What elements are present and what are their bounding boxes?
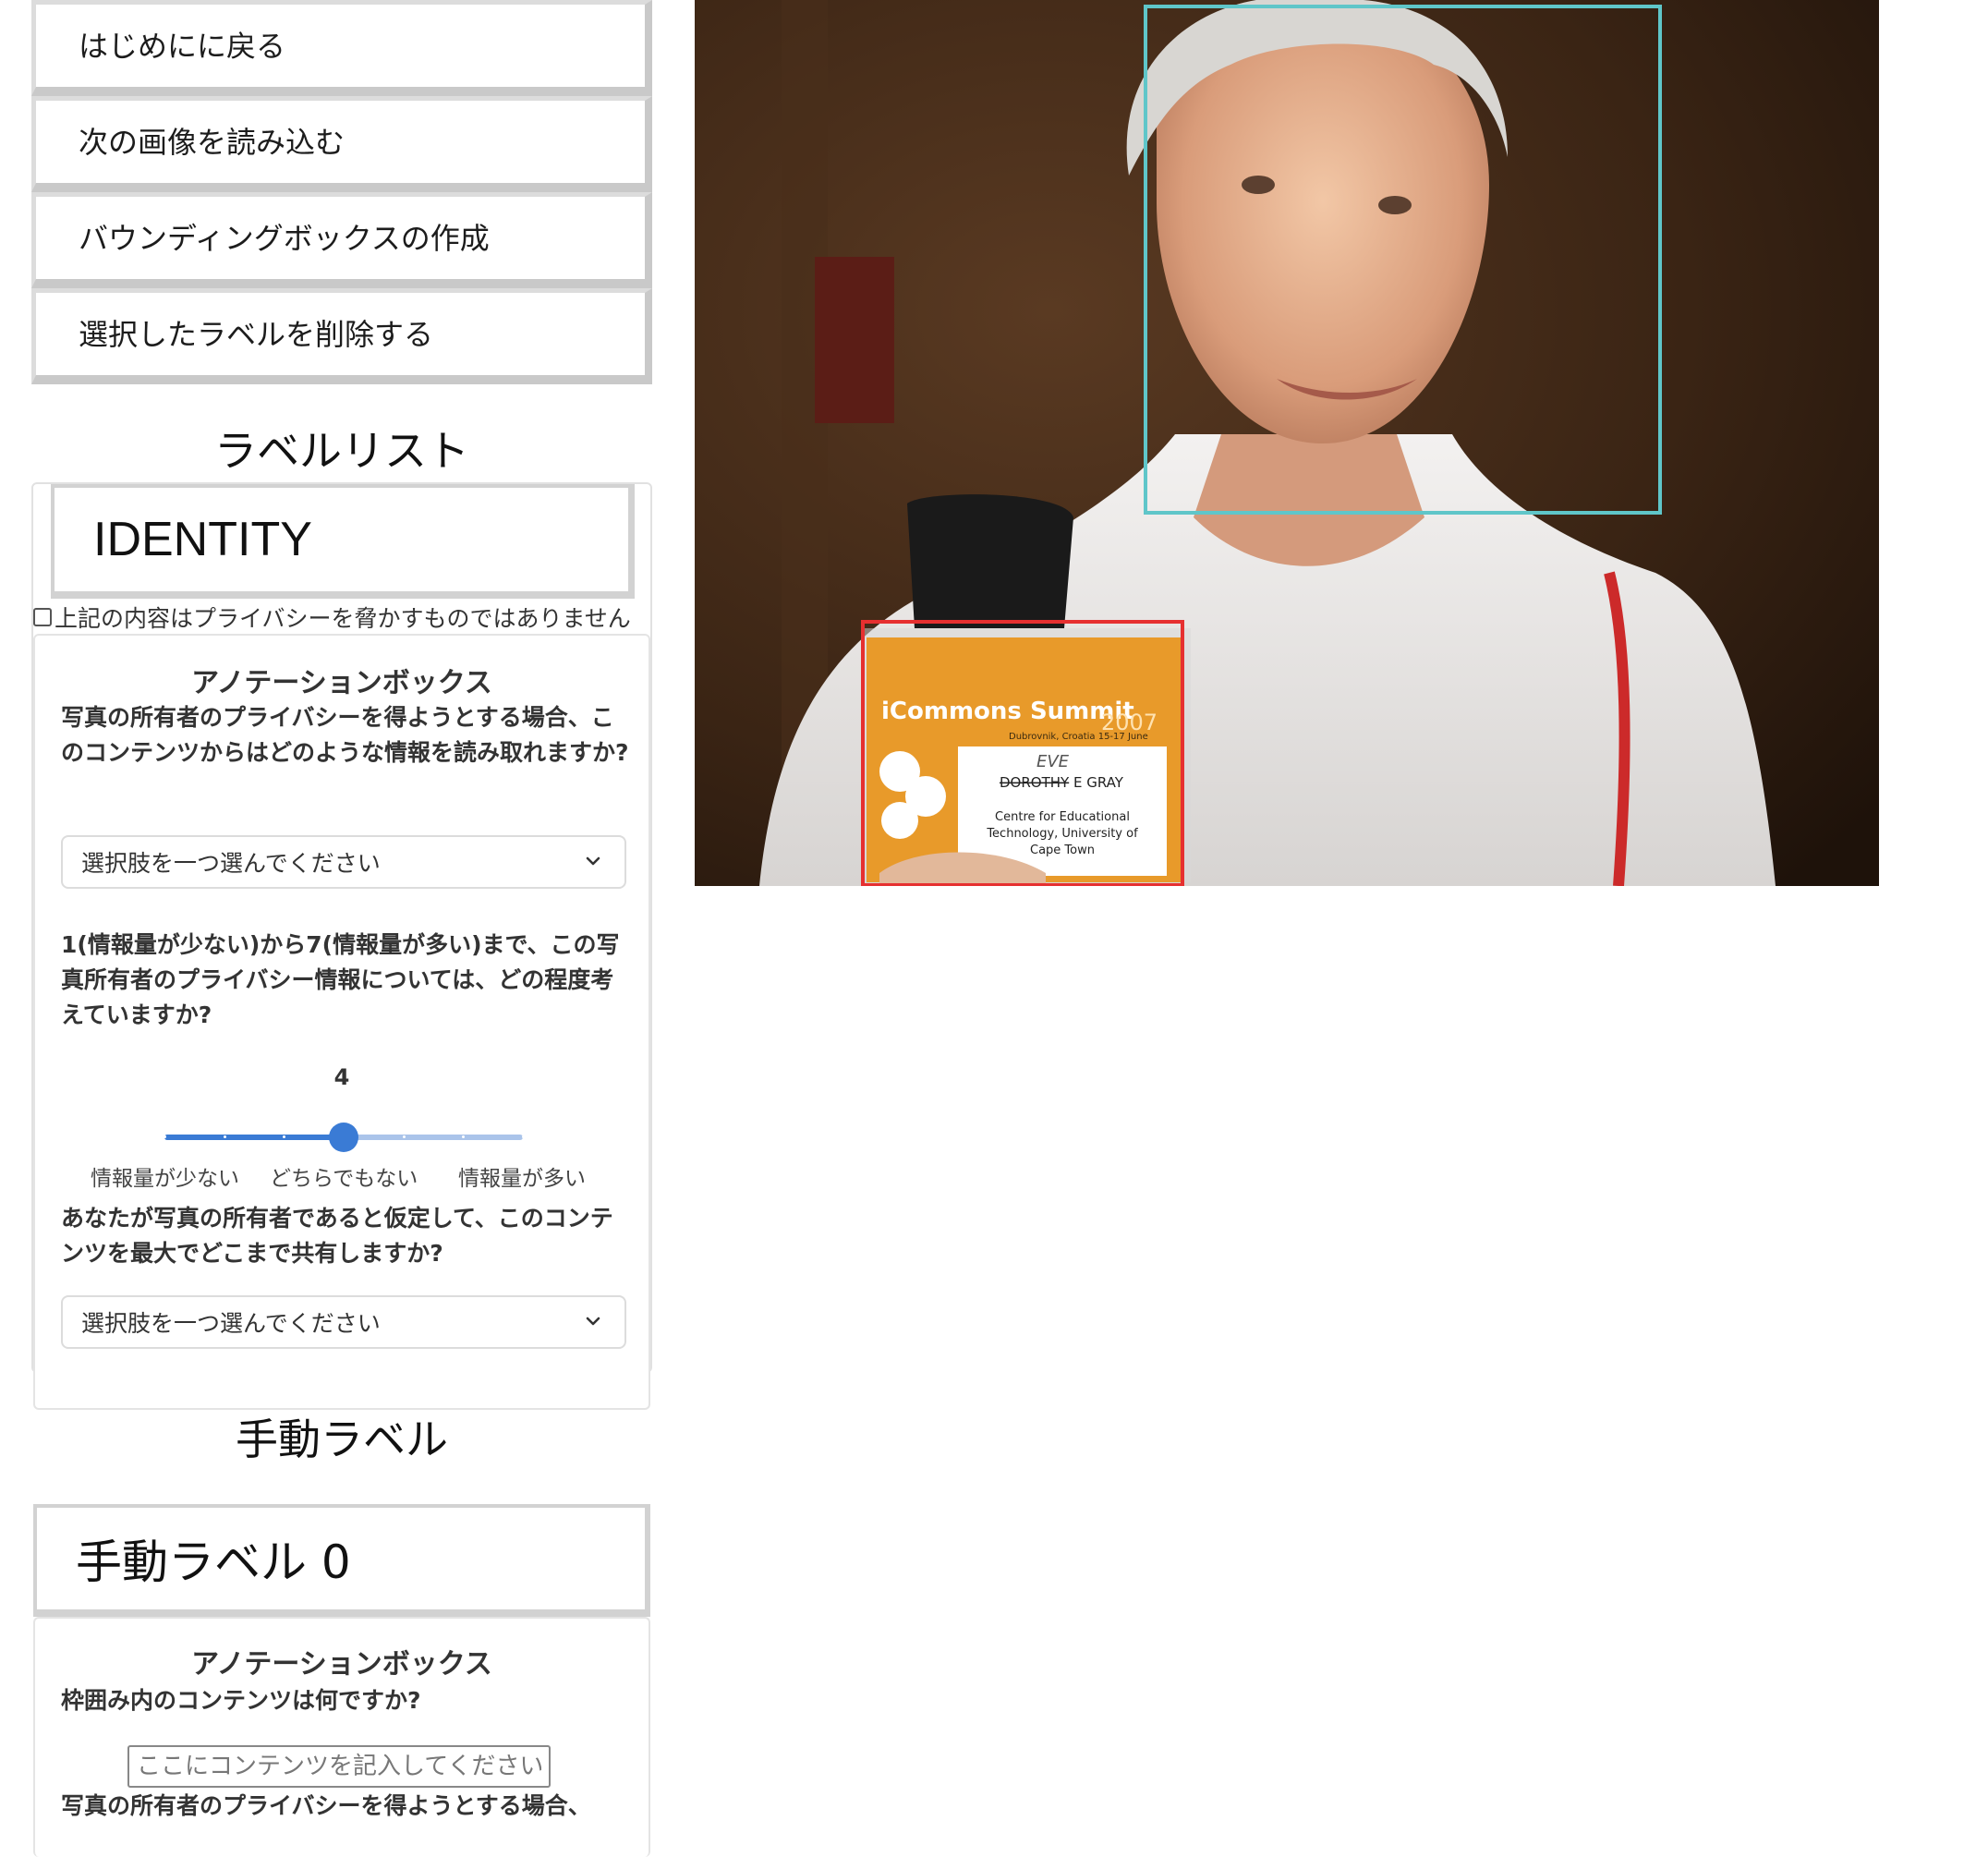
privacy-checkbox[interactable] <box>33 608 52 626</box>
privacy-checkbox-label: 上記の内容はプライバシーを脅かすものではありません <box>55 605 631 632</box>
annotation-box-title: アノテーションボックス <box>191 1648 492 1681</box>
chevron-down-icon <box>586 1317 600 1326</box>
annotation-box-manual-0: アノテーションボックス 枠囲み内のコンテンツは何ですか? 写真の所有者のプライバ… <box>33 1617 650 1857</box>
chevron-down-icon <box>586 856 600 866</box>
scale-slider-tick <box>462 1135 466 1138</box>
question-box-content: 枠囲み内のコンテンツは何ですか? <box>61 1687 421 1714</box>
manual-label-item-0[interactable]: 手動ラベル 0 <box>33 1504 650 1617</box>
scale-slider[interactable] <box>164 1123 525 1152</box>
scale-slider-tick <box>522 1135 525 1138</box>
badge-org-line-1: Centre for Educational <box>995 810 1130 824</box>
scale-slider-value: 4 <box>333 1064 350 1090</box>
badge-handwritten: EVE <box>1036 752 1070 771</box>
info-readable-select-value: 選択肢を一つ選んでください <box>81 850 381 877</box>
right-eye <box>1378 196 1412 214</box>
question-info-readable: 写真の所有者のプライバシーを得ようとする場合、このコンテンツからはどのような情報… <box>61 704 629 766</box>
annotated-photo[interactable]: iCommons Summit 2007 Dubrovnik, Croatia … <box>695 0 1879 886</box>
info-readable-select[interactable]: 選択肢を一つ選んでください <box>61 835 626 889</box>
scale-label-low: 情報量が少ない <box>91 1167 239 1191</box>
annotation-box-title: アノテーションボックス <box>191 667 492 699</box>
back-to-start-button[interactable]: はじめにに戻る <box>31 0 652 96</box>
badge-name-struck: DOROTHY <box>1000 774 1070 791</box>
scale-slider-tick <box>223 1135 226 1138</box>
share-extent-select-value: 選択肢を一つ選んでください <box>81 1310 381 1337</box>
badge-name: E GRAY <box>1073 774 1124 791</box>
scale-slider-tick <box>402 1135 406 1138</box>
question-info-readable-partial: 写真の所有者のプライバシーを得ようとする場合、 <box>61 1792 591 1819</box>
load-next-image-button[interactable]: 次の画像を読み込む <box>31 96 652 192</box>
create-bounding-box-button[interactable]: バウンディングボックスの作成 <box>31 192 652 288</box>
label-item-identity[interactable]: IDENTITY <box>51 484 635 599</box>
privacy-checkbox-row[interactable]: 上記の内容はプライバシーを脅かすものではありません <box>33 601 658 634</box>
badge-org-line-3: Cape Town <box>1030 844 1095 857</box>
scale-slider-thumb[interactable] <box>329 1123 358 1152</box>
question-share-extent: あなたが写真の所有者であると仮定して、このコンテンツを最大でどこまで共有しますか… <box>61 1205 613 1267</box>
badge-title: iCommons Summit <box>881 698 1134 725</box>
scale-label-mid: どちらでもない <box>270 1167 418 1191</box>
manual-label-title: 手動ラベル <box>236 1414 448 1464</box>
share-extent-select[interactable]: 選択肢を一つ選んでください <box>61 1295 626 1349</box>
badge-subtitle: Dubrovnik, Croatia 15-17 June <box>1009 732 1148 742</box>
name-badge: iCommons Summit 2007 Dubrovnik, Croatia … <box>863 628 1191 886</box>
annotation-box-identity: アノテーションボックス 写真の所有者のプライバシーを得ようとする場合、このコンテ… <box>33 634 650 1410</box>
scale-slider-fill <box>164 1135 344 1140</box>
scale-label-high: 情報量が多い <box>458 1167 586 1191</box>
camera-bag-strap <box>907 494 1073 628</box>
badge-org-line-2: Technology, University of <box>986 827 1138 841</box>
label-list-title: ラベルリスト <box>214 426 469 476</box>
left-eye <box>1242 176 1275 194</box>
delete-selected-label-button[interactable]: 選択したラベルを削除する <box>31 288 652 384</box>
wall-sign <box>815 257 894 423</box>
box-content-input[interactable] <box>127 1745 551 1788</box>
photo-canvas[interactable]: iCommons Summit 2007 Dubrovnik, Croatia … <box>695 0 1879 886</box>
question-info-scale: 1(情報量が少ない)から7(情報量が多い)まで、この写真所有者のプライバシー情報… <box>61 931 620 1028</box>
scale-slider-tick <box>164 1135 166 1138</box>
